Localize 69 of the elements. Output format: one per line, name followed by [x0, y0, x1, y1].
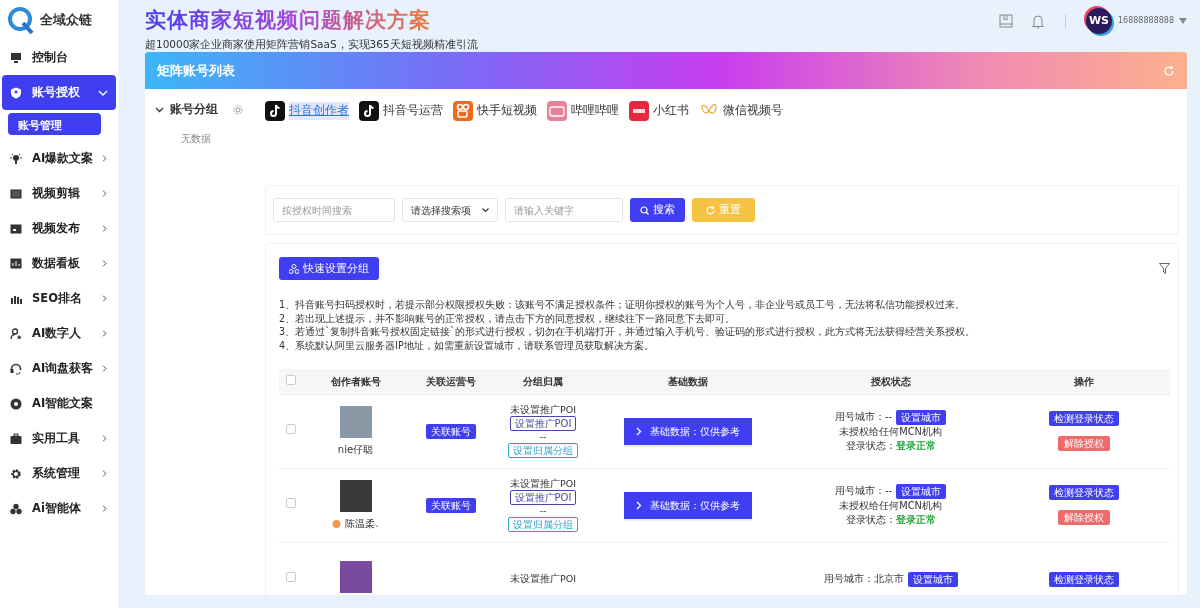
- account-name: nie仔聪: [337, 443, 374, 457]
- sidebar-item[interactable]: 实用工具: [2, 421, 116, 456]
- group-title: 账号分组: [170, 101, 218, 118]
- check-login-button[interactable]: 检测登录状态: [1049, 485, 1119, 501]
- sidebar-item[interactable]: 系统管理: [2, 456, 116, 491]
- search-button[interactable]: 搜索: [630, 198, 685, 222]
- column-header: 基础数据: [593, 369, 783, 395]
- note-text: 2、若出现上述提示，并不影响账号的正常授权，请点击下方的同意授权，继续往下一路同意下去即可。: [279, 311, 737, 326]
- platform-tab[interactable]: 快手短视频: [453, 101, 537, 121]
- group-value: --: [538, 431, 548, 444]
- sidebar-item[interactable]: SEO排名: [2, 281, 116, 316]
- set-poi-button[interactable]: 设置推广POI: [509, 490, 577, 506]
- link-account-button[interactable]: 关联账号: [425, 497, 476, 513]
- headline-subtitle: 超10000家企业商家使用矩阵营销SaaS，实现365天短视频精准引流: [145, 38, 478, 50]
- search-select[interactable]: 请选择搜索项: [402, 198, 498, 222]
- note-text: 4、系统默认阿里云服务器IP地址，如需重新设置城市，请联系管理员获取解决方案。: [279, 338, 655, 353]
- account-name: 陈温柔.: [345, 517, 379, 531]
- quick-group-button[interactable]: 快速设置分组: [279, 257, 379, 280]
- check-login-button[interactable]: 检测登录状态: [1049, 411, 1119, 427]
- sidebar-item[interactable]: 数据看板: [2, 246, 116, 281]
- sidebar-item[interactable]: AI智能文案: [2, 386, 116, 421]
- time-search-field[interactable]: 按授权时间搜索: [273, 198, 395, 222]
- column-header: 授权状态: [783, 369, 998, 395]
- sidebar-item[interactable]: Ai智能体: [2, 491, 116, 526]
- set-city-button[interactable]: 设置城市: [907, 571, 958, 587]
- note-text: 1、抖音账号扫码授权时，若提示部分权限授权失败：该账号不满足授权条件；证明你授权的账号为个人号，非企业号或员工号，无法将私信功能授权过来。: [279, 298, 967, 312]
- set-poi-button[interactable]: 设置推广POI: [509, 416, 577, 432]
- sidebar-item[interactable]: AI数字人: [2, 316, 116, 351]
- check-login-button[interactable]: 检测登录状态: [1049, 571, 1119, 587]
- sidebar-item[interactable]: 控制台: [2, 40, 116, 75]
- platform-tab[interactable]: 小红书: [629, 101, 689, 121]
- login-status: 登录正常: [895, 513, 936, 525]
- set-city-button[interactable]: 设置城市: [896, 409, 947, 425]
- login-label: 登录状态：: [845, 513, 896, 525]
- platform-tab[interactable]: 微信视频号: [699, 101, 783, 121]
- note-text: 3、若通过`复制抖音账号授权固定链接`的形式进行授权，切勿在手机端打开，并通过输入手机号、验证码的形式进行授权，此方式将无法获得经营关系授权。: [279, 325, 976, 339]
- brand-name: 全域众链: [40, 11, 92, 30]
- city-text: 用号城市：--: [834, 484, 893, 499]
- keyword-field[interactable]: 请输入关键字: [505, 198, 623, 222]
- poi-status: 未设置推广POI: [509, 404, 577, 417]
- login-status: 登录正常: [895, 439, 936, 451]
- sidebar-item[interactable]: 视频发布: [2, 211, 116, 246]
- sidebar-item[interactable]: 账号授权: [2, 75, 116, 110]
- basic-data-button[interactable]: 基础数据：仅供参考: [624, 491, 752, 519]
- mcn-status: 未授权给任何MCN机构: [838, 424, 943, 439]
- group-value: --: [538, 505, 548, 518]
- city-text: 用号城市：北京市: [823, 572, 904, 587]
- platform-tab[interactable]: 抖音号运营: [359, 101, 443, 121]
- basic-data-button[interactable]: 基础数据：仅供参考: [624, 417, 752, 445]
- card-title: 矩阵账号列表: [157, 61, 235, 80]
- city-text: 用号城市：--: [834, 410, 893, 425]
- empty-text: 无数据: [181, 132, 212, 147]
- login-label: 登录状态：: [845, 439, 896, 451]
- column-header: 关联运营号: [408, 369, 493, 395]
- poi-status: 未设置推广POI: [509, 478, 577, 491]
- platform-tab[interactable]: 哔哩哔哩: [547, 101, 619, 121]
- phone-number: 16888888888: [1118, 15, 1174, 27]
- sidebar-item[interactable]: AI爆款文案: [2, 141, 116, 176]
- column-header: 创作者账号: [303, 369, 408, 395]
- column-header: 分组归属: [493, 369, 593, 395]
- sidebar-item[interactable]: AI询盘获客: [2, 351, 116, 386]
- set-city-button[interactable]: 设置城市: [896, 483, 947, 499]
- link-account-button[interactable]: 关联账号: [425, 423, 476, 439]
- poi-status: 未设置推广POI: [509, 573, 577, 586]
- sidebar-subitem[interactable]: 账号管理: [8, 113, 101, 135]
- sidebar-item[interactable]: 视频剪辑: [2, 176, 116, 211]
- column-header: 操作: [998, 369, 1170, 395]
- mcn-status: 未授权给任何MCN机构: [838, 498, 943, 513]
- avatar-badge[interactable]: WS: [1086, 8, 1112, 34]
